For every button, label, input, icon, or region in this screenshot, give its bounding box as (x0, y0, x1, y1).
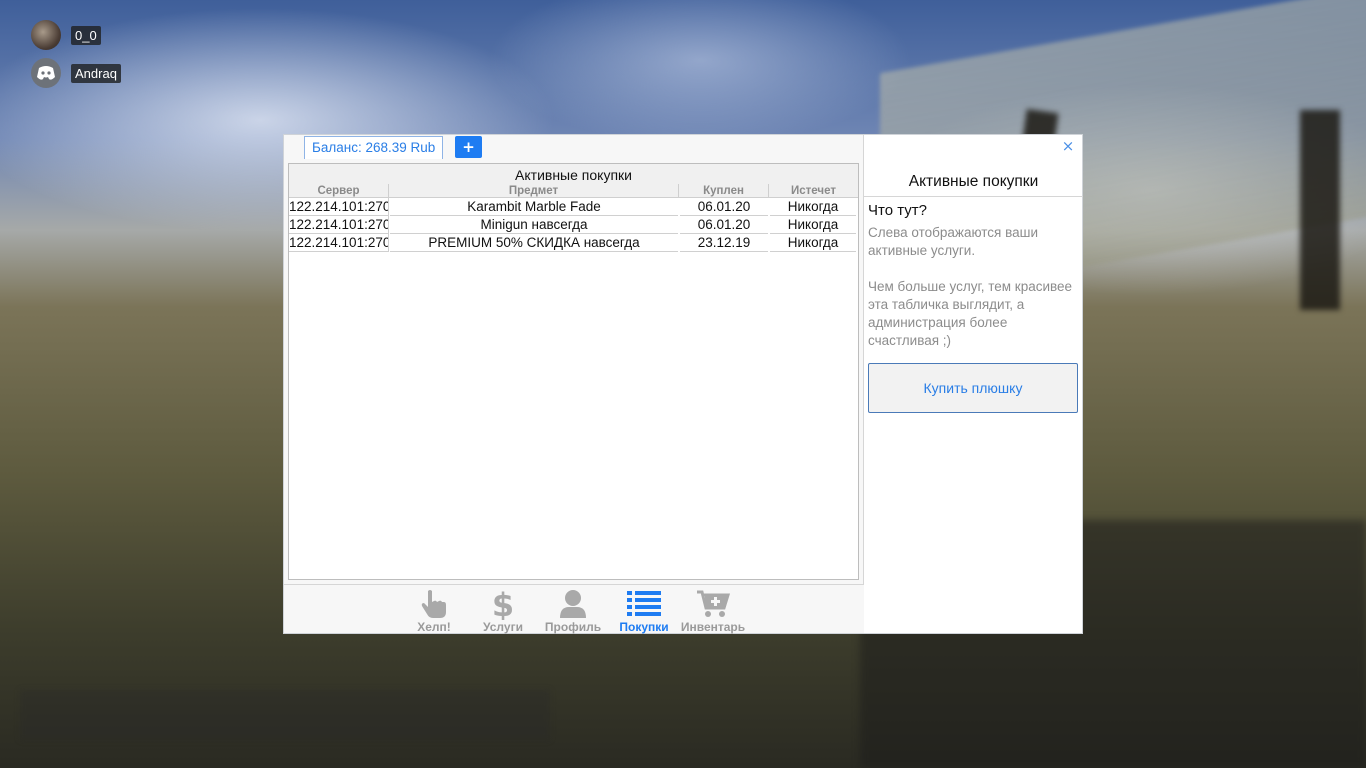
nav-label: Профиль (544, 620, 602, 634)
overlay-user-name: 0_0 (71, 25, 101, 45)
cell-bought: 06.01.20 (680, 216, 768, 234)
nav-label: Хелп! (417, 620, 451, 634)
cell-expires: Никогда (770, 198, 856, 216)
cell-server: 122.214.101:27015 (289, 234, 389, 252)
table-row[interactable]: 122.214.101:27015 PREMIUM 50% СКИДКА нав… (289, 234, 858, 252)
column-header-server[interactable]: Сервер (289, 184, 389, 197)
close-icon[interactable]: × (1060, 138, 1076, 154)
discord-icon (31, 58, 61, 88)
nav-services-button[interactable]: $ Услуги (468, 587, 538, 633)
column-header-item[interactable]: Предмет (389, 184, 679, 197)
hand-pointer-icon (419, 587, 449, 621)
cell-bought: 23.12.19 (680, 234, 768, 252)
cell-server: 122.214.101:27015 (289, 216, 389, 234)
background-post (1300, 110, 1340, 310)
nav-profile-button[interactable]: Профиль (538, 587, 608, 633)
cell-bought: 06.01.20 (680, 198, 768, 216)
overlay-user-name: Andraq (71, 63, 121, 83)
purchases-table: Активные покупки Сервер Предмет Куплен И… (288, 163, 859, 580)
nav-purchases-button[interactable]: Покупки (609, 587, 679, 633)
nav-label: Инвентарь (680, 620, 746, 634)
info-panel-title: Активные покупки (864, 173, 1083, 197)
cell-item: Karambit Marble Fade (390, 198, 678, 216)
overlay-user-2: Andraq (31, 58, 121, 88)
nav-label: Покупки (619, 620, 669, 634)
cart-plus-icon (696, 587, 730, 621)
table-row[interactable]: 122.214.101:27015 Karambit Marble Fade 0… (289, 198, 858, 216)
nav-help-button[interactable]: Хелп! (399, 587, 469, 633)
table-row[interactable]: 122.214.101:27015 Minigun навсегда 06.01… (289, 216, 858, 234)
donate-window: Баланс: 268.39 Rub + Активные покупки Се… (283, 134, 1083, 634)
column-header-expires[interactable]: Истечет (769, 184, 858, 197)
table-header: Сервер Предмет Куплен Истечет (289, 184, 858, 198)
info-paragraph-1: Слева отображаются ваши активные услуги. (868, 225, 1039, 258)
cell-expires: Никогда (770, 234, 856, 252)
balance-tab[interactable]: Баланс: 268.39 Rub (304, 136, 444, 159)
user-photo-avatar (31, 20, 61, 50)
left-pane: Баланс: 268.39 Rub + Активные покупки Се… (284, 135, 864, 633)
list-icon (627, 587, 661, 621)
cell-server: 122.214.101:27015 (289, 198, 389, 216)
overlay-user-1: 0_0 (31, 20, 101, 50)
buy-button[interactable]: Купить плюшку (868, 363, 1078, 413)
cell-item: Minigun навсегда (390, 216, 678, 234)
svg-text:$: $ (492, 588, 514, 620)
cell-expires: Никогда (770, 216, 856, 234)
column-header-bought[interactable]: Куплен (679, 184, 769, 197)
bottom-nav: Хелп! $ Услуги Профиль Покупки Инвентарь (284, 584, 864, 633)
background-hud-bar (20, 690, 550, 740)
dollar-icon: $ (492, 587, 514, 621)
table-caption: Активные покупки (289, 164, 858, 184)
user-icon (559, 587, 587, 621)
info-heading: Что тут? (868, 202, 927, 219)
info-paragraph-2: Чем больше услуг, тем красивее эта табли… (868, 279, 1073, 348)
nav-label: Услуги (483, 620, 523, 634)
cell-item: PREMIUM 50% СКИДКА навсегда (390, 234, 678, 252)
add-balance-button[interactable]: + (455, 136, 482, 158)
nav-inventory-button[interactable]: Инвентарь (678, 587, 748, 633)
